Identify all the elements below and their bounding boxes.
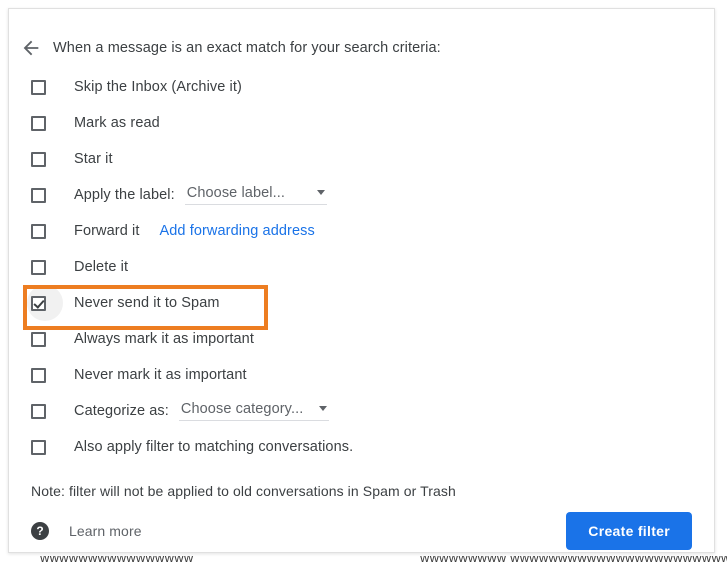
checkbox-icon — [31, 404, 46, 419]
option-label: Never send it to Spam — [74, 295, 220, 311]
dialog-footer: ? Learn more Create filter — [9, 509, 714, 553]
checkbox-icon — [31, 440, 46, 455]
page-title: When a message is an exact match for you… — [53, 40, 441, 56]
checkbox-also-apply-filter[interactable] — [31, 429, 71, 465]
option-row-never-important[interactable]: Never mark it as important — [9, 357, 714, 393]
checkbox-always-important[interactable] — [31, 321, 71, 357]
checkbox-icon — [31, 188, 46, 203]
dialog-header: When a message is an exact match for you… — [9, 27, 441, 69]
option-label: Mark as read — [74, 115, 160, 131]
option-label: Star it — [74, 151, 113, 167]
checkbox-icon — [31, 260, 46, 275]
option-row-never-send-to-spam[interactable]: Never send it to Spam — [9, 285, 714, 321]
add-forwarding-address-link[interactable]: Add forwarding address — [159, 223, 314, 239]
category-select-value: Choose category... — [181, 401, 303, 417]
option-label: Never mark it as important — [74, 367, 247, 383]
option-row-forward-it[interactable]: Forward it Add forwarding address — [9, 213, 714, 249]
option-row-categorize-as[interactable]: Categorize as: Choose category... — [9, 393, 714, 429]
checkbox-icon — [31, 368, 46, 383]
checkbox-forward-it[interactable] — [31, 213, 71, 249]
checkbox-icon-checked — [31, 296, 46, 311]
background-clipped-text-right: wwwwwwwww wwwwwwwwwwwwwwwwwwwwwwwwwwwwww… — [420, 556, 727, 565]
chevron-down-icon — [319, 406, 327, 411]
checkbox-icon — [31, 224, 46, 239]
checkbox-icon — [31, 116, 46, 131]
checkbox-apply-label[interactable] — [31, 177, 71, 213]
checkbox-mark-as-read[interactable] — [31, 105, 71, 141]
option-row-mark-as-read[interactable]: Mark as read — [9, 105, 714, 141]
background-clipped-text-left: wwwwwwwwwwwwwwww — [40, 556, 193, 565]
option-label: Forward it — [74, 223, 139, 239]
option-label: Skip the Inbox (Archive it) — [74, 79, 242, 95]
label-select-value: Choose label... — [187, 185, 285, 201]
checkbox-never-important[interactable] — [31, 357, 71, 393]
option-label: Categorize as: — [74, 403, 169, 419]
filter-actions-dialog: When a message is an exact match for you… — [8, 8, 715, 553]
checkbox-star-it[interactable] — [31, 141, 71, 177]
option-row-star-it[interactable]: Star it — [9, 141, 714, 177]
option-label: Delete it — [74, 259, 128, 275]
option-row-skip-inbox[interactable]: Skip the Inbox (Archive it) — [9, 69, 714, 105]
option-label: Always mark it as important — [74, 331, 254, 347]
checkbox-categorize-as[interactable] — [31, 393, 71, 429]
category-select[interactable]: Choose category... — [179, 401, 329, 421]
help-circle-icon[interactable]: ? — [31, 522, 49, 540]
option-label: Also apply filter to matching conversati… — [74, 439, 353, 455]
option-row-also-apply-filter[interactable]: Also apply filter to matching conversati… — [9, 429, 714, 465]
checkbox-delete-it[interactable] — [31, 249, 71, 285]
checkbox-never-send-to-spam[interactable] — [31, 285, 71, 321]
option-row-always-important[interactable]: Always mark it as important — [9, 321, 714, 357]
option-label: Apply the label: — [74, 187, 175, 203]
filter-actions-list: Skip the Inbox (Archive it) Mark as read… — [9, 69, 714, 465]
filter-note-text: Note: filter will not be applied to old … — [31, 483, 456, 499]
background-clipped-content: wwwwwwwwwwwwwwww wwwwwwwww wwwwwwwwwwwww… — [0, 556, 727, 565]
chevron-down-icon — [317, 190, 325, 195]
label-select[interactable]: Choose label... — [185, 185, 327, 205]
checkbox-icon — [31, 80, 46, 95]
learn-more-link[interactable]: Learn more — [69, 523, 142, 539]
checkbox-icon — [31, 152, 46, 167]
back-arrow-icon[interactable] — [9, 37, 53, 59]
checkbox-icon — [31, 332, 46, 347]
option-row-delete-it[interactable]: Delete it — [9, 249, 714, 285]
checkbox-skip-inbox[interactable] — [31, 69, 71, 105]
create-filter-button[interactable]: Create filter — [566, 512, 692, 550]
option-row-apply-label[interactable]: Apply the label: Choose label... — [9, 177, 714, 213]
